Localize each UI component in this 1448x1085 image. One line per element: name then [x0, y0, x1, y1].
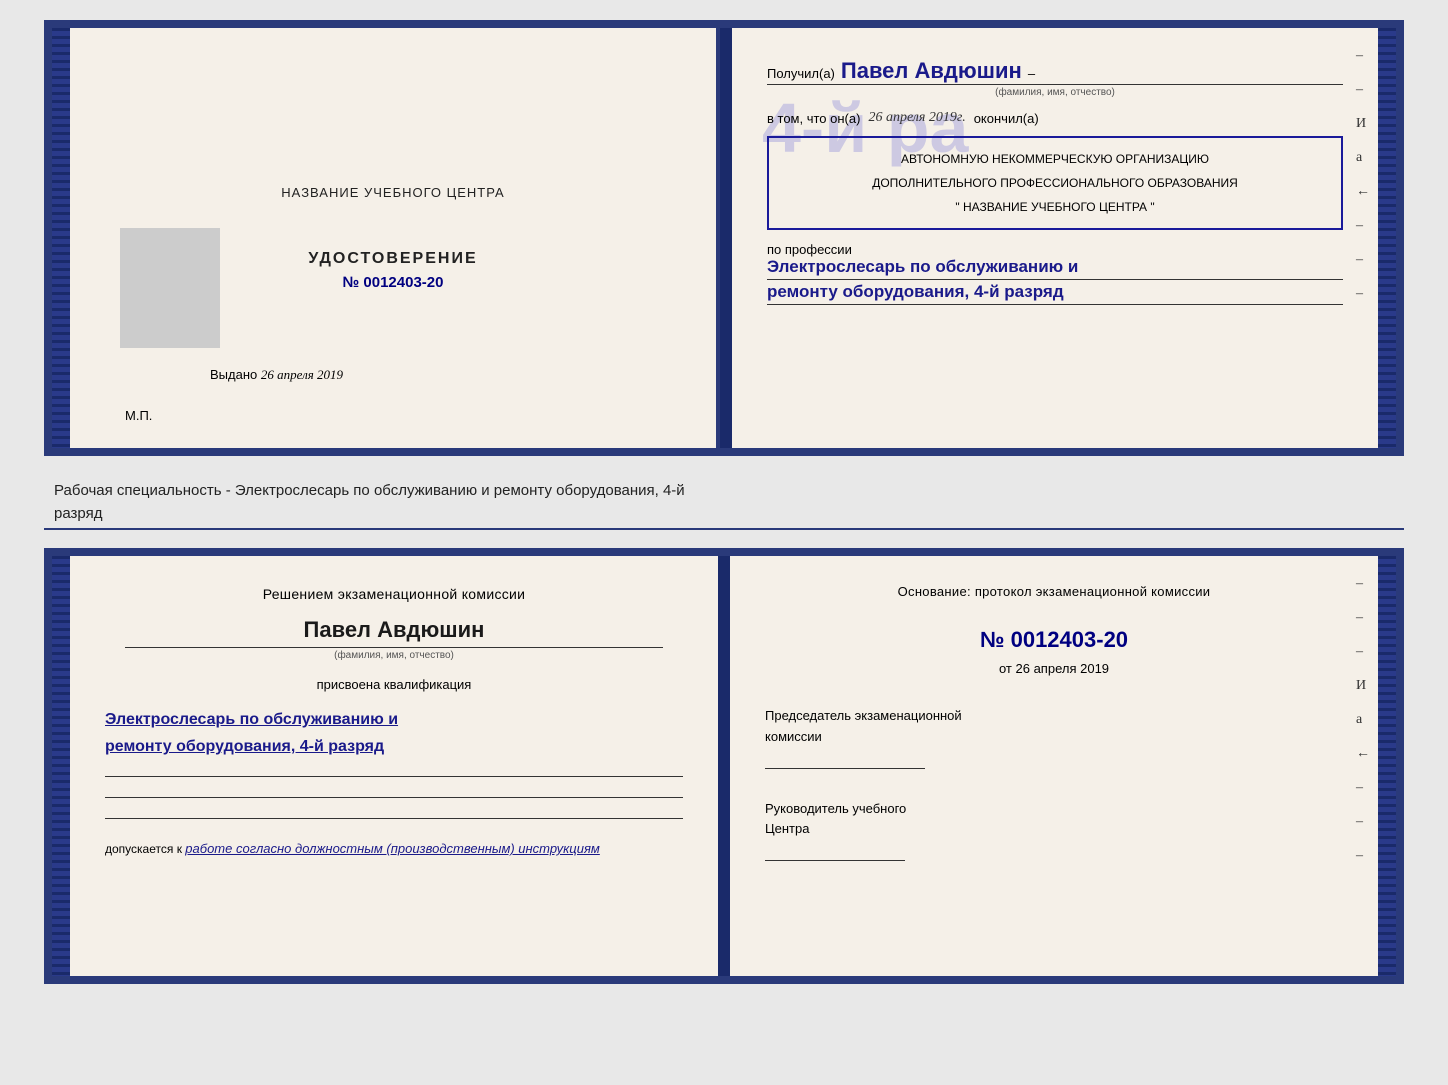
top-document: НАЗВАНИЕ УЧЕБНОГО ЦЕНТРА УДОСТОВЕРЕНИЕ №… [44, 20, 1404, 456]
date-line: в том, что он(а) 26 апреля 2019г. окончи… [767, 110, 1343, 126]
recipient-section: Получил(а) Павел Авдюшин – [767, 58, 1343, 84]
director-block: Руководитель учебного Центра [765, 799, 1343, 862]
cert-label: УДОСТОВЕРЕНИЕ [308, 250, 477, 268]
top-left-page: НАЗВАНИЕ УЧЕБНОГО ЦЕНТРА УДОСТОВЕРЕНИЕ №… [70, 28, 720, 448]
profession-line1: Электрослесарь по обслуживанию и [767, 257, 1343, 277]
admission-text: работе согласно должностным (производств… [185, 841, 600, 856]
person-name: Павел Авдюшин [105, 617, 683, 643]
right-dashes: – – И а ← – – – [1356, 48, 1370, 302]
org-name: " НАЗВАНИЕ УЧЕБНОГО ЦЕНТРА " [781, 198, 1329, 216]
org-line1: АВТОНОМНУЮ НЕКОММЕРЧЕСКУЮ ОРГАНИЗАЦИЮ [781, 150, 1329, 168]
bottom-left-page: Решением экзаменационной комиссии Павел … [70, 556, 718, 976]
mp-label: М.П. [125, 408, 152, 423]
profession-line2: ремонту оборудования, 4-й разряд [767, 282, 1343, 302]
recipient-name: Павел Авдюшин [841, 58, 1022, 84]
specialty-text-line1: Рабочая специальность - Электрослесарь п… [44, 474, 1404, 503]
bottom-document: Решением экзаменационной комиссии Павел … [44, 548, 1404, 984]
profession-block: по профессии Электрослесарь по обслужива… [767, 242, 1343, 305]
name-hint-bottom: (фамилия, имя, отчество) [105, 650, 683, 661]
bottom-right-page: Основание: протокол экзаменационной коми… [730, 556, 1378, 976]
bottom-center-binding [718, 556, 730, 976]
center-binding [720, 28, 732, 448]
org-line2: ДОПОЛНИТЕЛЬНОГО ПРОФЕССИОНАЛЬНОГО ОБРАЗО… [781, 174, 1329, 192]
admission-section: допускается к работе согласно должностны… [105, 841, 683, 856]
commission-title: Решением экзаменационной комиссии [105, 584, 683, 605]
protocol-date: от 26 апреля 2019 [765, 661, 1343, 676]
profession-label: по профессии [767, 242, 1343, 257]
cert-number: № 0012403-20 [308, 274, 477, 291]
received-label: Получил(а) [767, 66, 835, 81]
qual-line1: Электрослесарь по обслуживанию и [105, 706, 683, 733]
bottom-spine-right [1378, 556, 1396, 976]
spine-right [1378, 28, 1396, 448]
qual-section: Электрослесарь по обслуживанию и ремонту… [105, 706, 683, 760]
spine-left [52, 28, 70, 448]
person-section: Павел Авдюшин (фамилия, имя, отчество) [105, 613, 683, 661]
top-right-page: 4-й ра Получил(а) Павел Авдюшин – (фамил… [732, 28, 1378, 448]
name-hint-top: (фамилия, имя, отчество) [767, 87, 1343, 98]
photo-placeholder [120, 228, 220, 348]
org-stamp: АВТОНОМНУЮ НЕКОММЕРЧЕСКУЮ ОРГАНИЗАЦИЮ ДО… [767, 136, 1343, 230]
specialty-text-line2: разряд [44, 503, 1404, 530]
issued-line: Выдано 26 апреля 2019 [210, 367, 343, 383]
specialty-section: Рабочая специальность - Электрослесарь п… [44, 474, 1404, 530]
qual-line2: ремонту оборудования, 4-й разряд [105, 733, 683, 760]
protocol-section: № 0012403-20 от 26 апреля 2019 [765, 619, 1343, 676]
bottom-right-dashes: – – – И а ← – – – [1356, 576, 1370, 864]
assigned-label: присвоена квалификация [105, 677, 683, 692]
basis-title: Основание: протокол экзаменационной коми… [765, 584, 1343, 599]
bottom-spine-left [52, 556, 70, 976]
protocol-number: № 0012403-20 [765, 627, 1343, 653]
training-center-title: НАЗВАНИЕ УЧЕБНОГО ЦЕНТРА [281, 185, 504, 200]
chairman-block: Председатель экзаменационной комиссии [765, 706, 1343, 769]
